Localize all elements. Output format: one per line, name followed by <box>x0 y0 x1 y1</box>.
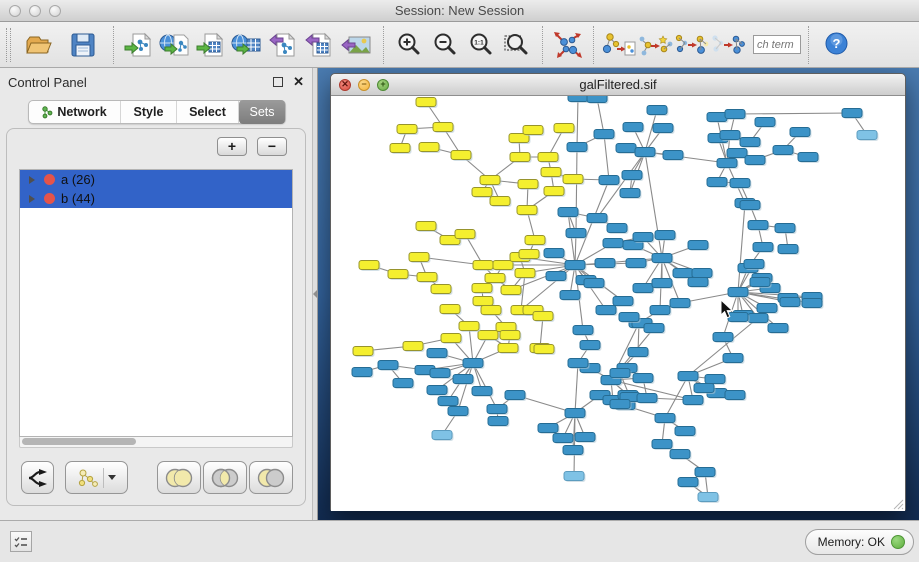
help-button[interactable]: ? <box>824 32 849 57</box>
open-session-button[interactable] <box>21 26 57 64</box>
create-set-from-network-button[interactable] <box>65 461 128 494</box>
expand-arrow-icon[interactable] <box>29 176 35 184</box>
network-window-title: galFiltered.sif <box>331 77 905 92</box>
zoom-selected-region-button[interactable] <box>499 26 535 64</box>
import-table-file-button[interactable] <box>193 26 229 64</box>
intersection-venn-icon <box>209 467 241 489</box>
tab-style[interactable]: Style <box>121 101 177 123</box>
collapse-panel-arrow-icon[interactable] <box>313 290 317 298</box>
new-network-from-selection-button[interactable] <box>601 26 637 64</box>
network-window-titlebar[interactable]: ✕ − + galFiltered.sif <box>331 74 905 96</box>
new-network-from-selection-icon <box>602 30 636 60</box>
export-image-icon <box>339 31 371 59</box>
main-toolbar: 1:1 <box>0 22 919 68</box>
set-color-dot <box>44 193 55 204</box>
expand-arrow-icon[interactable] <box>29 195 35 203</box>
union-venn-icon <box>163 467 195 489</box>
zoom-out-button[interactable] <box>427 26 463 64</box>
set-row-b[interactable]: b (44) <box>20 189 292 208</box>
apply-preferred-layout-button[interactable] <box>550 26 586 64</box>
close-panel-icon[interactable]: ✕ <box>293 77 304 87</box>
intersect-sets-button[interactable] <box>203 461 247 494</box>
export-table-button[interactable] <box>301 26 337 64</box>
import-table-web-button[interactable] <box>229 26 265 64</box>
hide-unselected-icon <box>709 30 745 60</box>
expand-selection-icon <box>673 30 709 60</box>
yellow-network-icon <box>77 468 99 488</box>
control-panel-tabs: Network Style Select Sets <box>28 100 286 124</box>
import-network-web-button[interactable] <box>157 26 193 64</box>
tab-select[interactable]: Select <box>177 101 239 123</box>
tab-network-label: Network <box>57 105 106 119</box>
set-color-dot <box>44 174 55 185</box>
search-input[interactable] <box>753 35 801 54</box>
first-neighbors-icon <box>637 30 673 60</box>
import-network-file-icon <box>124 31 154 59</box>
task-history-button[interactable] <box>10 531 32 552</box>
hide-unselected-button[interactable] <box>709 26 745 64</box>
open-folder-icon <box>24 32 54 58</box>
tab-style-label: Style <box>134 105 164 119</box>
svg-text:?: ? <box>833 36 841 51</box>
tab-select-label: Select <box>189 105 226 119</box>
network-canvas[interactable] <box>331 96 905 511</box>
set-row-label: b (44) <box>61 191 95 206</box>
union-sets-button[interactable] <box>157 461 201 494</box>
set-row-a[interactable]: a (26) <box>20 170 292 189</box>
zoom-1-1-icon: 1:1 <box>467 31 495 59</box>
set-row-label: a (26) <box>61 172 95 187</box>
remove-set-button[interactable]: − <box>257 137 287 156</box>
control-panel-title: Control Panel <box>8 75 87 90</box>
export-image-button[interactable] <box>337 26 373 64</box>
zoom-in-button[interactable] <box>391 26 427 64</box>
memory-ok-indicator <box>891 535 905 549</box>
network-graph[interactable] <box>331 96 905 511</box>
network-tab-icon <box>42 106 53 119</box>
difference-sets-button[interactable] <box>249 461 293 494</box>
import-table-file-icon <box>196 31 226 59</box>
expand-selection-button[interactable] <box>673 26 709 64</box>
svg-text:1:1: 1:1 <box>474 39 484 46</box>
select-first-neighbors-button[interactable] <box>637 26 673 64</box>
window-resize-grip[interactable] <box>891 497 904 510</box>
sets-horizontal-scrollbar[interactable] <box>19 437 293 448</box>
float-panel-icon[interactable] <box>273 77 283 87</box>
zoom-out-icon <box>431 31 459 59</box>
network-window[interactable]: ✕ − + galFiltered.sif <box>330 73 906 511</box>
zoom-selection-icon <box>503 31 531 59</box>
layout-icon <box>552 30 584 60</box>
task-list-icon <box>14 536 28 548</box>
add-set-button[interactable]: + <box>217 137 247 156</box>
save-session-button[interactable] <box>65 26 101 64</box>
memory-status-button[interactable]: Memory: OK <box>805 529 914 555</box>
export-network-button[interactable] <box>265 26 301 64</box>
import-network-file-button[interactable] <box>121 26 157 64</box>
app-title: Session: New Session <box>0 3 919 18</box>
difference-venn-icon <box>255 467 287 489</box>
memory-status-label: Memory: OK <box>818 535 885 549</box>
tab-network[interactable]: Network <box>29 101 121 123</box>
export-table-icon <box>304 31 334 59</box>
split-set-button[interactable] <box>21 461 54 494</box>
statusbar: Memory: OK <box>0 520 919 562</box>
tab-sets-label: Sets <box>249 105 274 119</box>
help-icon: ? <box>825 32 848 55</box>
toolbar-drag-handle[interactable] <box>6 28 11 62</box>
scrollbar-thumb[interactable] <box>22 438 136 445</box>
dropdown-caret-icon[interactable] <box>108 475 116 480</box>
sets-panel: + − a (26) b (44) <box>6 128 306 506</box>
split-arrows-icon <box>27 468 49 488</box>
control-panel: Control Panel ✕ Network Style Select <box>0 68 312 520</box>
save-floppy-icon <box>70 32 96 58</box>
import-table-web-icon <box>231 31 263 59</box>
export-network-icon <box>268 31 298 59</box>
app-titlebar: Session: New Session <box>0 0 919 22</box>
zoom-one-to-one-button[interactable]: 1:1 <box>463 26 499 64</box>
zoom-in-icon <box>395 31 423 59</box>
sets-list: a (26) b (44) <box>19 169 293 437</box>
import-network-web-icon <box>159 31 191 59</box>
network-desktop: ✕ − + galFiltered.sif <box>318 68 919 520</box>
tab-sets[interactable]: Sets <box>239 100 285 124</box>
